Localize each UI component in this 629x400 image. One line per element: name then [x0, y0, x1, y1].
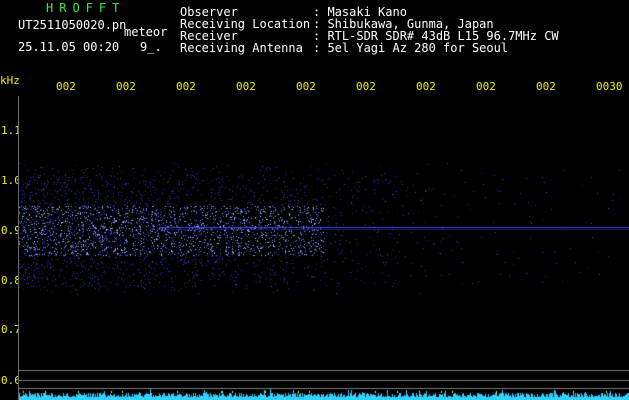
- spectrogram-canvas: [19, 96, 629, 400]
- date-time: 25.11.05 00:20: [18, 40, 120, 54]
- file-name: UT2511050020.pn: [18, 18, 127, 32]
- time-tick: 002: [236, 80, 256, 93]
- time-tick: 002: [356, 80, 376, 93]
- time-tick: 002: [536, 80, 556, 93]
- mode-label: meteor: [124, 25, 168, 39]
- time-tick: 002: [176, 80, 196, 93]
- time-tick: 0030: [596, 80, 623, 93]
- time-tick: 002: [476, 80, 496, 93]
- time-tick: 002: [116, 80, 136, 93]
- time-tick: 002: [56, 80, 76, 93]
- antenna-label: Receiving Antenna: [180, 41, 303, 55]
- antenna-value: : 5el Yagi Az 280 for Seoul: [313, 41, 509, 55]
- count-value: 9_.: [140, 40, 162, 54]
- frequency-unit-label: kHz: [0, 74, 20, 87]
- time-tick: 002: [416, 80, 436, 93]
- header-title: HROFFT: [46, 1, 126, 15]
- spectrogram-plot: [18, 96, 629, 400]
- time-tick: 002: [296, 80, 316, 93]
